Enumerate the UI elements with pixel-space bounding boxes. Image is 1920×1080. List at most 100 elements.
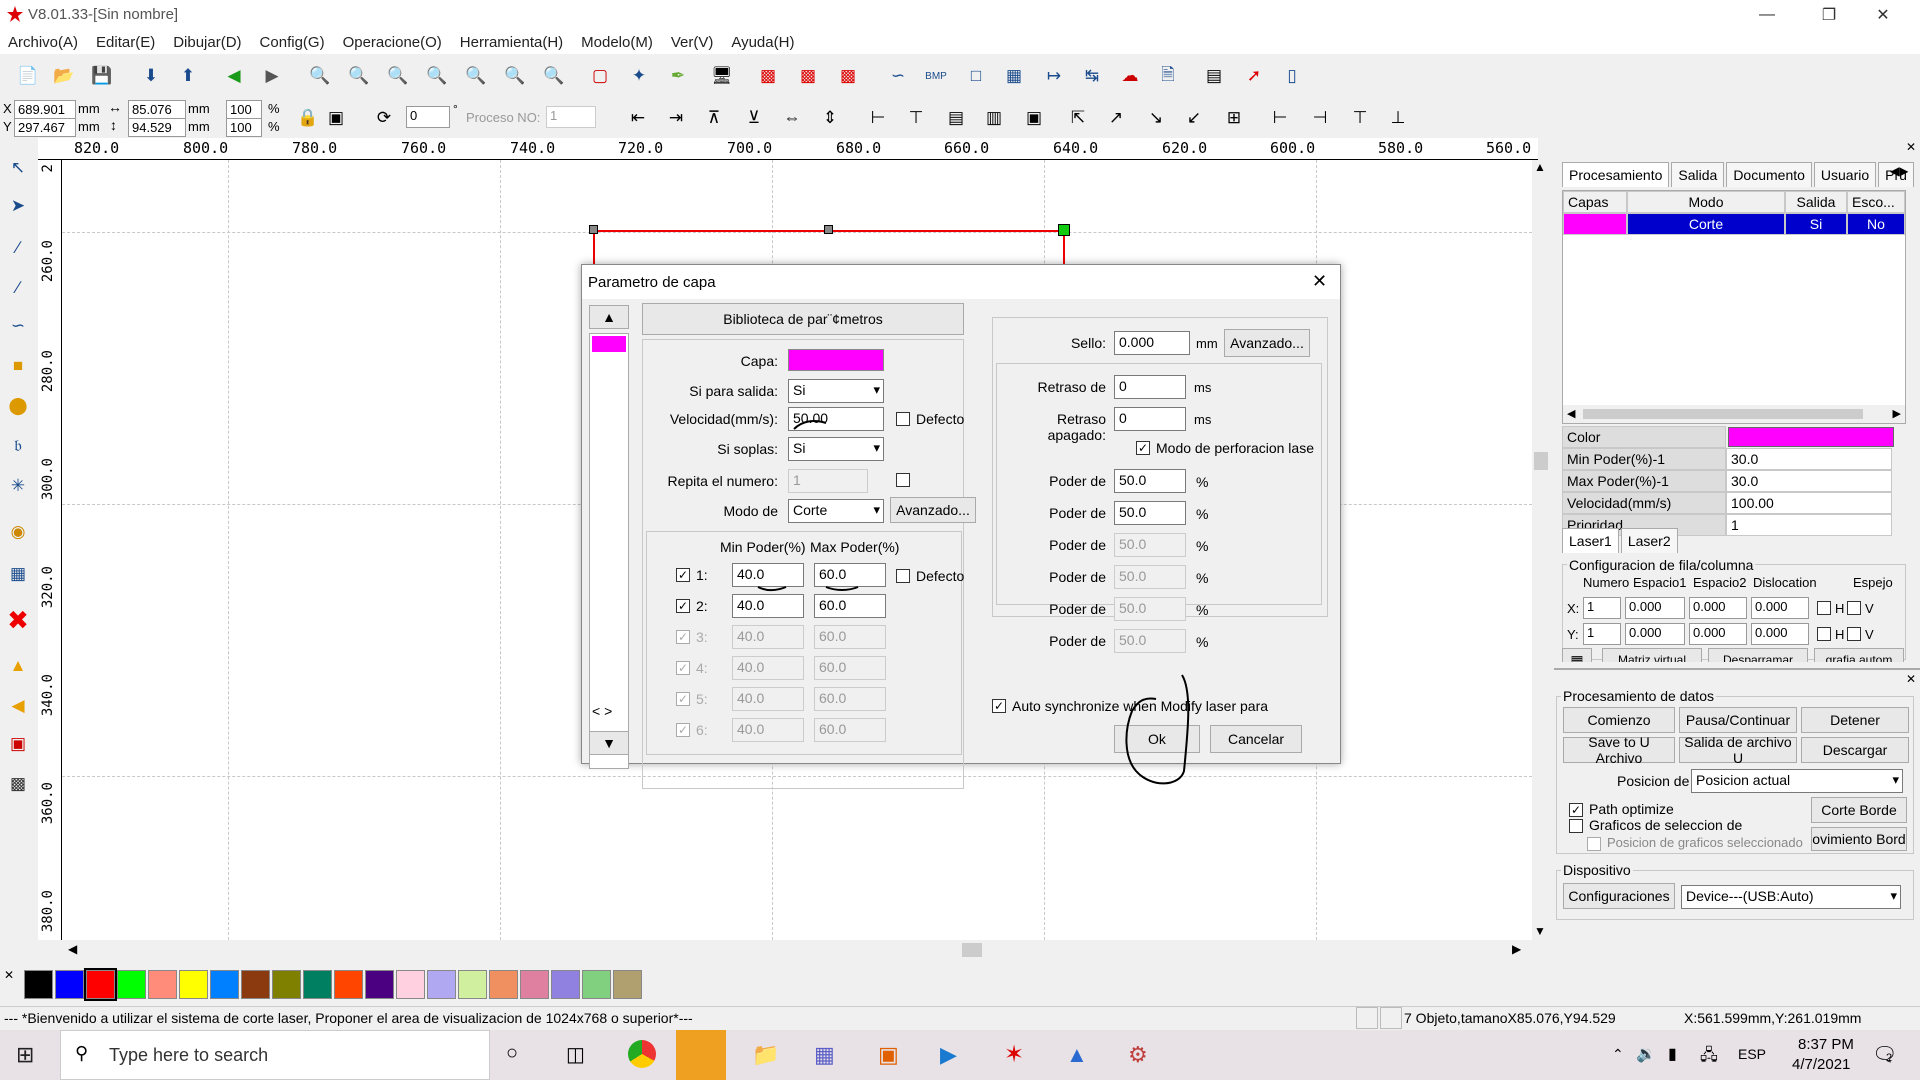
prop-color-swatch[interactable] — [1728, 427, 1894, 447]
menu-archivo[interactable]: Archivo(A) — [8, 34, 78, 51]
monitor-icon[interactable]: 🖥 — [708, 62, 736, 90]
velocidad-defecto-checkbox[interactable] — [896, 412, 910, 426]
layer-mode[interactable]: Corte — [1627, 213, 1785, 235]
top-right-icon[interactable]: ↗ — [1102, 104, 1130, 132]
palette-swatch[interactable] — [210, 970, 239, 999]
power-row-checkbox[interactable]: ✓ — [676, 568, 690, 582]
min-power-input[interactable]: 40.0 — [732, 656, 804, 680]
dock-top-icon[interactable]: ⊤ — [1346, 104, 1374, 132]
network-icon[interactable]: 🖧 — [1700, 1044, 1718, 1071]
palette-swatch[interactable] — [117, 970, 146, 999]
dock-left-icon[interactable]: ⊢ — [1266, 104, 1294, 132]
prop-value[interactable]: 1 — [1726, 514, 1892, 536]
max-power-input[interactable]: 60.0 — [814, 718, 886, 742]
min-power-input[interactable]: 40.0 — [732, 594, 804, 618]
desparramar-button[interactable]: Desparramar — [1708, 648, 1808, 662]
menu-ver[interactable]: Ver(V) — [671, 34, 714, 51]
dock-right-icon[interactable]: ⊣ — [1306, 104, 1334, 132]
cancel-button[interactable]: Cancelar — [1210, 725, 1302, 753]
selection-handle[interactable] — [589, 225, 598, 234]
layer-selector-item[interactable] — [592, 336, 626, 352]
pausa-button[interactable]: Pausa/Continuar — [1679, 707, 1797, 733]
ruler-icon[interactable]: ▯ — [1278, 62, 1306, 90]
y-position-field[interactable]: 297.467 — [14, 118, 76, 137]
prop-value[interactable]: 30.0 — [1726, 448, 1892, 470]
group-icon[interactable]: ▩ — [754, 62, 782, 90]
top-left-icon[interactable]: ⇱ — [1064, 104, 1092, 132]
align-hcenter-icon[interactable]: ⇔ — [778, 104, 806, 132]
align-right-icon[interactable]: ⇥ — [662, 104, 690, 132]
document-icon[interactable]: 🗎 — [1154, 62, 1182, 90]
array-y-num[interactable]: 1 — [1583, 623, 1621, 645]
distribute-v-icon[interactable]: ⊤ — [902, 104, 930, 132]
file-explorer-icon[interactable]: 📁 — [752, 1042, 779, 1068]
tab-laser1[interactable]: Laser1 — [1562, 528, 1619, 553]
redo-icon[interactable]: ▶ — [258, 62, 286, 90]
avanzado-button[interactable]: Avanzado... — [890, 497, 976, 523]
mirror-h-icon[interactable]: ▲ — [4, 652, 32, 680]
menu-ayuda[interactable]: Ayuda(H) — [731, 34, 794, 51]
array-y-h-checkbox[interactable] — [1817, 627, 1831, 641]
app-f-icon[interactable]: ▣ — [878, 1042, 899, 1068]
library-button[interactable]: Biblioteca de par¨¢metros — [642, 303, 964, 335]
zoom-all-icon[interactable]: 🔍 — [540, 62, 568, 90]
power-row-checkbox[interactable]: ✓ — [676, 661, 690, 675]
polyline-icon[interactable]: ∕ — [4, 274, 32, 302]
posicion-graficos-checkbox[interactable] — [1587, 837, 1601, 851]
tab-procesamiento[interactable]: Procesamiento — [1562, 162, 1670, 187]
align-bottom-icon[interactable]: ⊻ — [740, 104, 768, 132]
prop-value[interactable]: 100.00 — [1726, 492, 1892, 514]
language-indicator[interactable]: ESP — [1738, 1046, 1766, 1062]
palette-swatch[interactable] — [179, 970, 208, 999]
soplas-select[interactable]: Si — [788, 437, 884, 461]
capa-color-swatch[interactable] — [788, 349, 884, 371]
palette-swatch[interactable] — [365, 970, 394, 999]
layer-table-hscroll[interactable]: ◀ ▶ — [1563, 405, 1905, 423]
retraso-apagado-input[interactable]: 0 — [1114, 407, 1186, 431]
poder-input[interactable]: 50.0 — [1114, 597, 1186, 621]
volume-icon[interactable]: 🔉 — [1636, 1044, 1656, 1064]
menu-dibujar[interactable]: Dibujar(D) — [173, 34, 241, 51]
height-field[interactable]: 94.529 — [128, 118, 186, 137]
array-y-v-checkbox[interactable] — [1847, 627, 1861, 641]
curve-icon[interactable]: ∽ — [884, 62, 912, 90]
modo-select[interactable]: Corte — [788, 499, 884, 523]
repita-checkbox[interactable] — [896, 473, 910, 487]
palette-swatch[interactable] — [303, 970, 332, 999]
tab-salida[interactable]: Salida — [1671, 162, 1725, 187]
max-power-input[interactable]: 60.0 — [814, 594, 886, 618]
bottom-right-icon[interactable]: ↘ — [1142, 104, 1170, 132]
rect-draw-icon[interactable]: ■ — [4, 352, 32, 380]
tab-documento[interactable]: Documento — [1726, 162, 1812, 187]
menu-operaciones[interactable]: Operacione(O) — [343, 34, 442, 51]
save-icon[interactable]: 💾 — [88, 62, 116, 90]
power-defecto-checkbox[interactable] — [896, 569, 910, 583]
clock-date[interactable]: 4/7/2021 — [1792, 1056, 1850, 1073]
path-optimize-checkbox[interactable]: ✓ — [1569, 803, 1583, 817]
undo-icon[interactable]: ◀ — [220, 62, 248, 90]
scale-h-field[interactable]: 100 — [226, 118, 262, 137]
new-file-icon[interactable]: 📄 — [14, 62, 42, 90]
zoom-page-icon[interactable]: 🔍 — [501, 62, 529, 90]
palette-swatch[interactable] — [520, 970, 549, 999]
panel-close-icon[interactable]: ✕ — [1906, 140, 1916, 154]
min-power-input[interactable]: 40.0 — [732, 687, 804, 711]
layer-row[interactable]: Corte Si No — [1563, 213, 1905, 235]
tray-chevron-icon[interactable]: ⌃ — [1612, 1046, 1624, 1063]
align-top-icon[interactable]: ⊼ — [700, 104, 728, 132]
palette-swatch[interactable] — [241, 970, 270, 999]
rotate-icon[interactable]: ⟳ — [370, 104, 398, 132]
chrome-icon[interactable] — [628, 1040, 656, 1068]
scroll-left-icon[interactable]: ◀ — [68, 942, 77, 956]
tab-usuario[interactable]: Usuario — [1813, 162, 1877, 187]
configuraciones-button[interactable]: Configuraciones — [1563, 883, 1675, 909]
cloud-icon[interactable]: ☁ — [1116, 62, 1144, 90]
movimiento-borde-button[interactable]: ovimiento Bord — [1811, 827, 1907, 851]
text-tool-icon[interactable]: 𝔟 — [4, 432, 32, 460]
palette-swatch[interactable] — [396, 970, 425, 999]
laser-pointer-icon[interactable]: ➚ — [1240, 62, 1268, 90]
tree-icon[interactable]: ▦ — [1000, 62, 1028, 90]
line-icon[interactable]: ∕ — [4, 234, 32, 262]
zoom-in-icon[interactable]: 🔍 — [345, 62, 373, 90]
array-x-num[interactable]: 1 — [1583, 597, 1621, 619]
